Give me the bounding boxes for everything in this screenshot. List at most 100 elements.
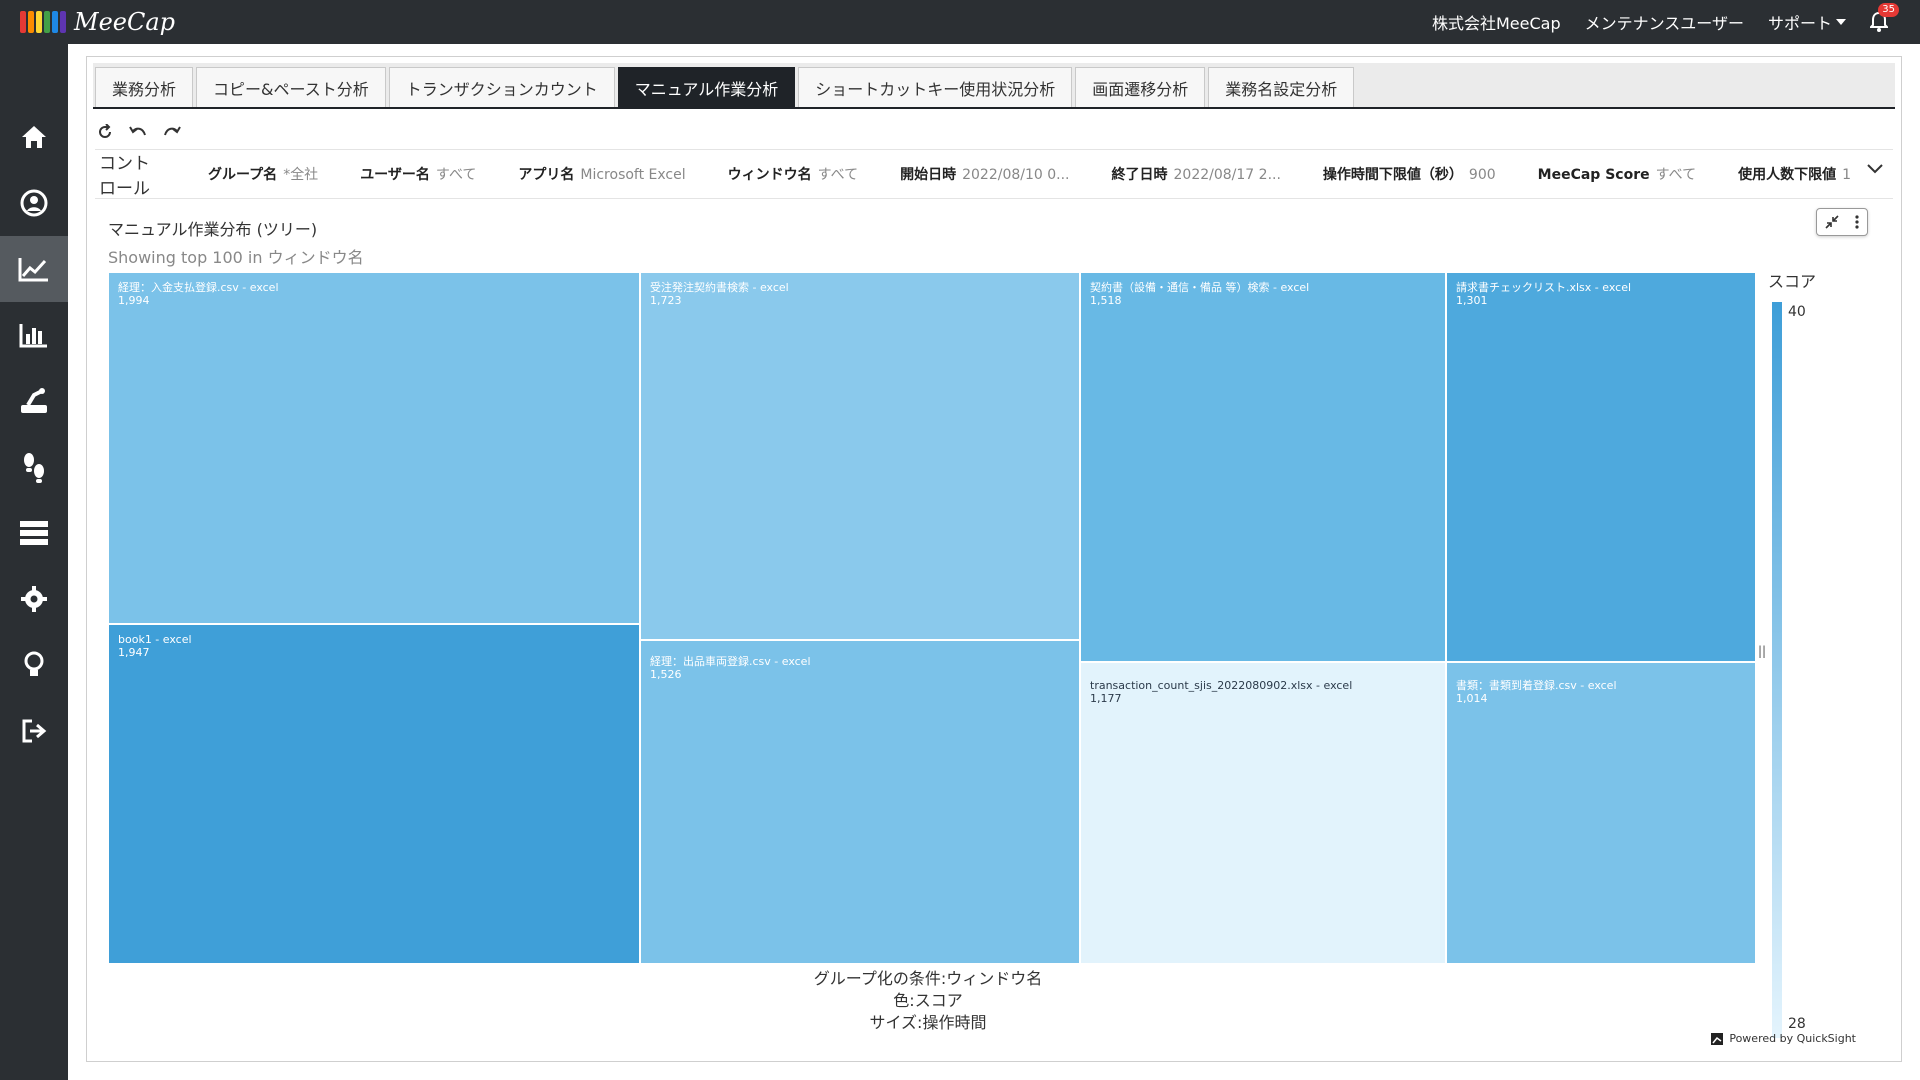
logo-bar (44, 11, 50, 33)
cell-value: 1,518 (1090, 294, 1122, 307)
sidebar-item-reports[interactable] (0, 302, 68, 368)
visual-subtitle: Showing top 100 in ウィンドウ名 (108, 248, 364, 267)
control-label: ウィンドウ名 (727, 167, 812, 183)
control-value: 2022/08/10 0... (962, 167, 1070, 183)
control-end-date[interactable]: 終了日時 2022/08/17 2... (1112, 164, 1281, 184)
control-label: 終了日時 (1111, 167, 1168, 183)
logo-bar (52, 11, 58, 33)
cell-value: 1,723 (650, 294, 682, 307)
cell-value: 1,301 (1456, 294, 1488, 307)
legend-max: 40 (1788, 304, 1806, 320)
visual-title: マニュアル作業分布 (ツリー) (108, 220, 318, 239)
user-icon (20, 189, 48, 217)
company-name: 株式会社MeeCap (1431, 14, 1561, 33)
treemap-cell[interactable]: 書類：書類到着登録.csv - excel 1,014 (1446, 662, 1756, 964)
control-label: 使用人数下限値 (1738, 167, 1837, 183)
cell-value: 1,947 (118, 646, 150, 659)
control-label: MeeCap Score (1537, 167, 1650, 183)
support-menu[interactable]: サポート (1768, 10, 1846, 34)
cell-label: 書類：書類到着登録.csv - excel (1456, 679, 1617, 692)
notification-button[interactable]: 35 (1868, 3, 1899, 32)
control-min-users[interactable]: 使用人数下限値 1 (1738, 164, 1851, 184)
cell-value: 1,177 (1090, 692, 1122, 705)
sidebar-item-user[interactable] (0, 170, 68, 236)
collapse-icon[interactable] (1825, 215, 1839, 229)
control-start-date[interactable]: 開始日時 2022/08/10 0... (900, 164, 1069, 184)
caption-size: サイズ:操作時間 (869, 1013, 987, 1032)
legend-title: スコア (1768, 272, 1817, 291)
footsteps-icon (24, 453, 44, 483)
meecap-logo[interactable]: MeeCap (20, 6, 175, 38)
tab-manual-work-analysis[interactable]: マニュアル作業分析 (617, 67, 796, 107)
cell-label: 経理：出品車両登録.csv - excel (650, 655, 811, 668)
controls-title: コントロール (99, 154, 150, 199)
cell-label: book1 - excel (118, 633, 192, 646)
control-window[interactable]: ウィンドウ名 すべて (728, 164, 858, 184)
sidebar-item-home[interactable] (0, 104, 68, 170)
more-options-icon[interactable] (1855, 215, 1859, 229)
treemap-cell[interactable]: book1 - excel 1,947 (108, 624, 640, 964)
control-label: 開始日時 (900, 167, 957, 183)
home-icon (22, 126, 46, 148)
logo-bar (28, 11, 34, 33)
logo-bar (60, 11, 66, 33)
treemap-cell[interactable]: 経理：出品車両登録.csv - excel 1,526 (640, 640, 1080, 964)
treemap-visual: マニュアル作業分布 (ツリー) Showing top 100 in ウィンドウ… (100, 208, 1880, 1045)
control-meecap-score[interactable]: MeeCap Score すべて (1538, 164, 1696, 184)
cell-label: 受注発注契約書検索 - excel (650, 281, 789, 294)
sidebar-item-settings[interactable] (0, 566, 68, 632)
notification-badge: 35 (1878, 3, 1899, 17)
reset-icon[interactable] (97, 124, 113, 140)
powered-by: Powered by QuickSight (1711, 1032, 1856, 1045)
sidebar-item-logout[interactable] (0, 698, 68, 764)
bar-chart-icon (19, 324, 47, 348)
control-app[interactable]: アプリ名 Microsoft Excel (518, 164, 685, 184)
treemap-cell[interactable]: 受注発注契約書検索 - excel 1,723 (640, 272, 1080, 640)
legend-drag-handle[interactable]: || (1758, 644, 1766, 658)
control-group[interactable]: グループ名 *全社 (208, 164, 318, 184)
control-min-duration[interactable]: 操作時間下限値（秒） 900 (1323, 164, 1496, 184)
treemap-cell[interactable]: 請求書チェックリスト.xlsx - excel 1,301 (1446, 272, 1756, 662)
tab-screen-transition-analysis[interactable]: 画面遷移分析 (1075, 67, 1206, 107)
tab-shortcut-usage-analysis[interactable]: ショートカットキー使用状況分析 (798, 67, 1073, 107)
tab-task-name-analysis[interactable]: 業務名設定分析 (1208, 67, 1355, 107)
redo-icon[interactable] (163, 125, 181, 139)
lightbulb-icon (24, 651, 44, 676)
control-label: アプリ名 (518, 167, 575, 183)
legend-min: 28 (1788, 1016, 1806, 1032)
control-label: ユーザー名 (360, 167, 430, 183)
treemap-cell[interactable]: 経理：入金支払登録.csv - excel 1,994 (108, 272, 640, 624)
undo-icon[interactable] (129, 125, 147, 139)
logout-icon (22, 719, 47, 743)
control-value: *全社 (283, 167, 319, 183)
treemap-cell[interactable]: 契約書（設備・通信・備品 等）検索 - excel 1,518 (1080, 272, 1446, 662)
sidebar-item-tips[interactable] (0, 632, 68, 698)
control-value: すべて (1655, 167, 1697, 183)
cell-label: 請求書チェックリスト.xlsx - excel (1456, 281, 1632, 294)
trend-chart-icon (18, 258, 48, 282)
server-icon (20, 521, 48, 545)
sidebar (0, 44, 68, 1080)
sidebar-item-data[interactable] (0, 500, 68, 566)
tab-business-analysis[interactable]: 業務分析 (95, 67, 194, 107)
tab-transaction-count[interactable]: トランザクションカウント (388, 67, 615, 107)
visual-menu[interactable] (1816, 208, 1868, 236)
control-user[interactable]: ユーザー名 すべて (360, 164, 476, 184)
cell-value: 1,994 (118, 294, 150, 307)
control-label: グループ名 (208, 167, 278, 183)
chevron-down-icon[interactable] (1867, 164, 1883, 174)
treemap-cell[interactable]: transaction_count_sjis_2022080902.xlsx -… (1080, 662, 1446, 964)
tab-copy-paste-analysis[interactable]: コピー&ペースト分析 (196, 67, 386, 107)
cell-label: 契約書（設備・通信・備品 等）検索 - excel (1090, 281, 1310, 294)
caret-down-icon (1836, 19, 1846, 25)
cell-value: 1,014 (1456, 692, 1488, 705)
sidebar-item-analytics[interactable] (0, 236, 68, 302)
gear-icon (21, 586, 47, 612)
control-value: すべて (435, 167, 477, 183)
control-value: Microsoft Excel (580, 167, 686, 183)
user-name[interactable]: メンテナンスユーザー (1585, 10, 1744, 34)
sidebar-item-automation[interactable] (0, 368, 68, 434)
logo-bar (20, 11, 26, 33)
robot-icon (21, 388, 47, 413)
sidebar-item-steps[interactable] (0, 434, 68, 500)
